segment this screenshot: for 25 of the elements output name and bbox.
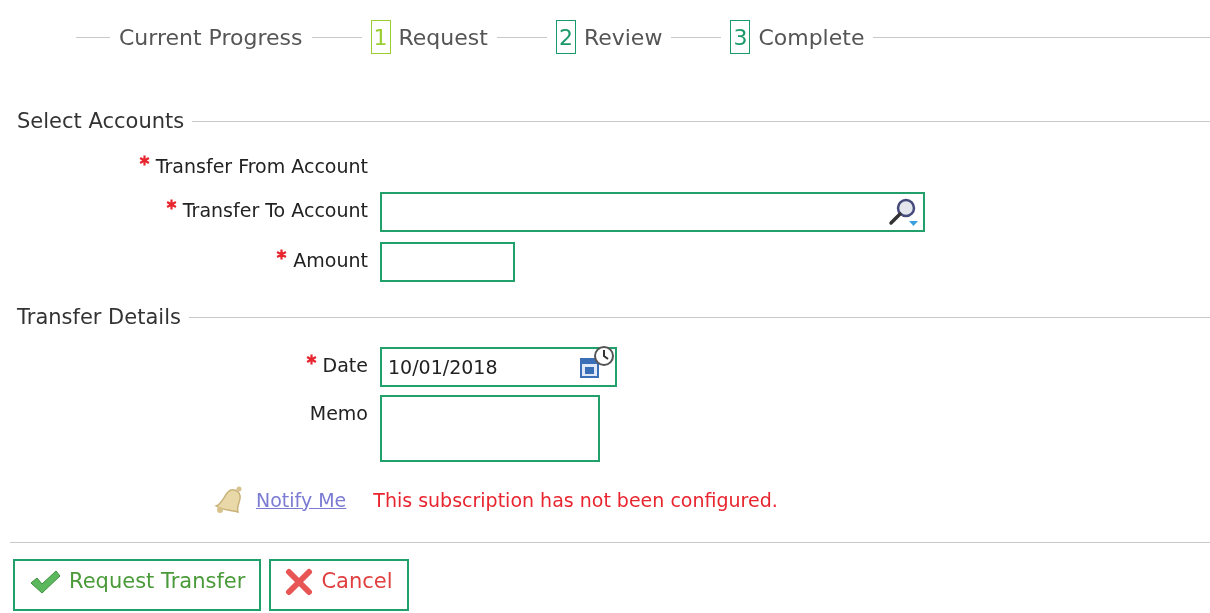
step-number: 2 — [555, 20, 576, 54]
request-transfer-button[interactable]: Request Transfer — [13, 559, 262, 611]
date-field[interactable]: 10/01/2018 — [380, 347, 617, 387]
memo-field[interactable] — [380, 395, 600, 462]
step-number: 1 — [370, 20, 391, 54]
section-title: Select Accounts — [17, 108, 185, 135]
field-label: Amount — [293, 247, 368, 273]
field-label: Date — [322, 353, 368, 378]
progress-label: Current Progress — [119, 23, 303, 52]
step-label: Request — [398, 23, 488, 52]
account-lookup-field[interactable] — [380, 191, 925, 232]
field-label: Memo — [309, 401, 368, 426]
error-message: This subscription has not been configured. — [373, 487, 778, 513]
step-label: Complete — [758, 23, 865, 52]
checkmark-icon — [29, 569, 61, 595]
section-title: Transfer Details — [17, 303, 181, 331]
amount-field[interactable] — [380, 241, 515, 282]
notify-me-link[interactable]: Notify Me — [256, 485, 347, 515]
calendar-clock-icon[interactable] — [579, 345, 615, 381]
step-label: Review — [583, 23, 663, 52]
close-icon — [285, 568, 314, 596]
field-label: Transfer To Account — [182, 197, 368, 223]
cancel-button[interactable]: Cancel — [269, 559, 409, 611]
field-label: Transfer From Account — [155, 153, 368, 179]
step-number: 3 — [730, 20, 751, 54]
